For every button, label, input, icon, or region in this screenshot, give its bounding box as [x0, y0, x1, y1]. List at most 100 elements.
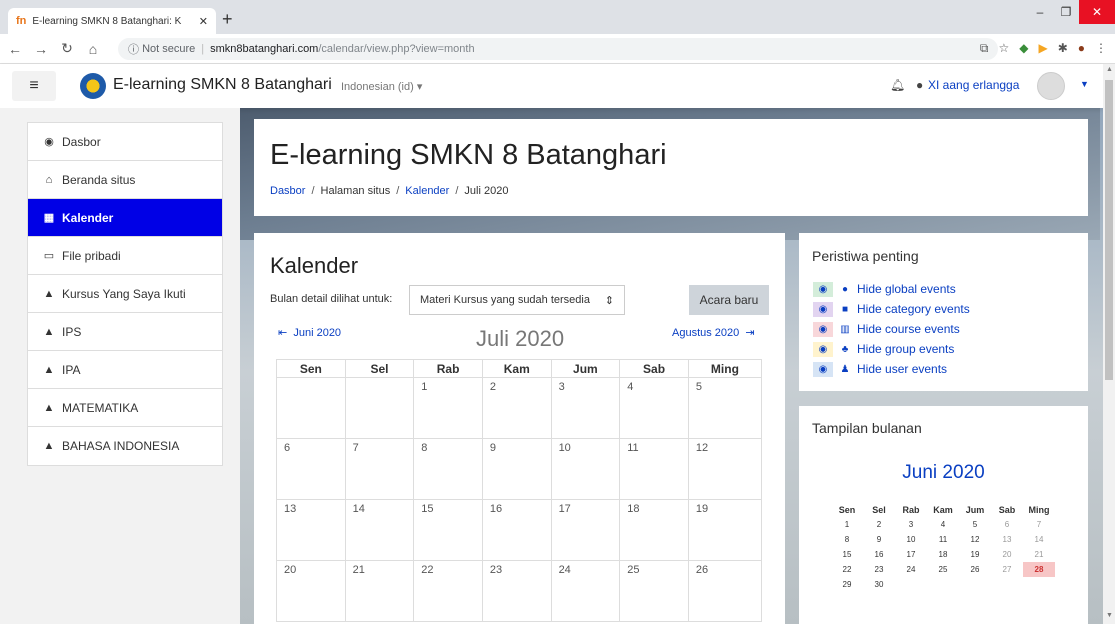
- sidebar-item-dasbor[interactable]: ◉ Dasbor: [28, 123, 222, 161]
- sidebar-item-ips[interactable]: ▲ IPS: [28, 313, 222, 351]
- calendar-day-cell[interactable]: 5: [687, 377, 763, 439]
- mini-day: 10: [906, 535, 916, 544]
- user-menu-caret-icon[interactable]: ▼: [1080, 79, 1089, 89]
- mini-day: 21: [1034, 550, 1044, 559]
- extension-play-icon[interactable]: ▶: [1038, 41, 1047, 56]
- calendar-day-cell[interactable]: 26: [687, 560, 763, 622]
- sidebar-item-ipa[interactable]: ▲ IPA: [28, 351, 222, 389]
- calendar-day-cell[interactable]: 7: [344, 438, 415, 500]
- calendar-day-cell[interactable]: 1: [413, 377, 483, 439]
- back-icon[interactable]: ←: [4, 41, 26, 57]
- maximize-icon[interactable]: ❐: [1053, 0, 1079, 24]
- url-field[interactable]: ⓘ Not secure | smkn8batanghari.com/calen…: [118, 38, 998, 60]
- sidebar-item-file-pribadi[interactable]: ▭ File pribadi: [28, 237, 222, 275]
- new-event-button[interactable]: Acara baru: [689, 285, 769, 315]
- address-bar: ← → ↻ ⌂ ⓘ Not secure | smkn8batanghari.c…: [0, 34, 1115, 64]
- weekday-header: Ming: [687, 359, 763, 378]
- scrollbar-thumb[interactable]: [1105, 80, 1113, 380]
- school-logo[interactable]: [80, 73, 106, 99]
- user-menu-name[interactable]: XI aang erlangga: [928, 78, 1019, 92]
- calendar-day-cell[interactable]: 18: [619, 499, 689, 561]
- calendar-day-cell[interactable]: 23: [481, 560, 552, 622]
- breadcrumb-current: Juli 2020: [464, 185, 509, 197]
- info-icon[interactable]: ⓘ: [128, 41, 142, 57]
- bookmark-star-icon[interactable]: ☆: [998, 41, 1009, 56]
- mini-calendar-month-link[interactable]: Juni 2020: [799, 462, 1088, 484]
- calendar-day-cell[interactable]: 17: [550, 499, 621, 561]
- mini-day: 20: [1002, 550, 1012, 559]
- home-button-icon[interactable]: ⌂: [82, 41, 104, 57]
- sidebar-item-label: Beranda situs: [62, 172, 136, 187]
- calendar-day-cell[interactable]: 20: [276, 560, 346, 622]
- sidebar-item-matematika[interactable]: ▲ MATEMATIKA: [28, 389, 222, 427]
- calendar-day-cell[interactable]: 13: [276, 499, 346, 561]
- scroll-up-icon[interactable]: ▲: [1106, 66, 1113, 73]
- notifications-bell-icon[interactable]: 🔔︎: [890, 78, 905, 92]
- reload-icon[interactable]: ↻: [56, 40, 78, 57]
- user-avatar[interactable]: [1037, 72, 1065, 100]
- next-month-link[interactable]: Agustus 2020 ⇥: [672, 326, 755, 339]
- calendar-day-cell[interactable]: 14: [344, 499, 415, 561]
- hide-user-events-link[interactable]: ◉ ♟ Hide user events: [813, 359, 970, 379]
- puzzle-icon[interactable]: ✱: [1058, 41, 1068, 56]
- calendar-day-cell[interactable]: 2: [481, 377, 552, 439]
- window-close-icon[interactable]: ✕: [1079, 0, 1115, 24]
- sidebar-item-kursus-saya[interactable]: ▲ Kursus Yang Saya Ikuti: [28, 275, 222, 313]
- cubes-icon: ■: [841, 303, 849, 315]
- language-menu[interactable]: Indonesian (id) ▾: [341, 80, 422, 93]
- hide-category-events-link[interactable]: ◉ ■ Hide category events: [813, 299, 970, 319]
- calendar-day-cell[interactable]: 12: [687, 438, 763, 500]
- mini-week-row: 22 23 24 25 26 27 28: [831, 562, 1055, 577]
- new-tab-button[interactable]: +: [222, 9, 233, 29]
- calendar-day-cell[interactable]: 15: [413, 499, 483, 561]
- mini-day-today[interactable]: 28: [1023, 562, 1055, 577]
- mini-day: 15: [842, 550, 852, 559]
- browser-tab[interactable]: fn E-learning SMKN 8 Batanghari: K ✕: [8, 8, 216, 34]
- calendar-day-cell[interactable]: 19: [687, 499, 763, 561]
- extension-icon[interactable]: ◆: [1019, 41, 1028, 56]
- translate-icon[interactable]: ⧉: [980, 41, 989, 56]
- site-brand[interactable]: E-learning SMKN 8 Batanghari: [113, 76, 332, 94]
- hide-group-events-link[interactable]: ◉ ♣ Hide group events: [813, 339, 970, 359]
- drawer-toggle-hamburger-icon[interactable]: ≡: [12, 71, 56, 101]
- profile-icon[interactable]: ●: [1078, 41, 1085, 56]
- breadcrumb-kalender[interactable]: Kalender: [405, 185, 449, 197]
- forward-icon[interactable]: →: [30, 41, 52, 57]
- calendar-day-cell[interactable]: 10: [550, 438, 621, 500]
- calendar-heading: Kalender: [270, 253, 359, 278]
- sidebar-item-kalender[interactable]: ▦ Kalender: [28, 199, 222, 237]
- minimize-icon[interactable]: –: [1027, 0, 1053, 24]
- menu-dots-icon[interactable]: ⋮: [1095, 41, 1107, 56]
- breadcrumb-dasbor[interactable]: Dasbor: [270, 185, 305, 197]
- mini-day: 29: [842, 580, 852, 589]
- calendar-day-cell[interactable]: 8: [413, 438, 483, 500]
- page-scrollbar[interactable]: ▲ ▼: [1103, 64, 1115, 624]
- sidebar-item-beranda-situs[interactable]: ⌂ Beranda situs: [28, 161, 222, 199]
- current-month-title: Juli 2020: [476, 326, 565, 351]
- calendar-day-cell[interactable]: 21: [344, 560, 415, 622]
- calendar-day-cell[interactable]: 4: [619, 377, 689, 439]
- messages-chat-icon[interactable]: ●: [916, 78, 923, 92]
- course-select[interactable]: Materi Kursus yang sudah tersedia ⇕: [409, 285, 625, 315]
- calendar-day-cell[interactable]: 3: [550, 377, 621, 439]
- file-icon: ▭: [43, 250, 55, 262]
- scroll-down-icon[interactable]: ▼: [1106, 612, 1113, 619]
- calendar-day-cell[interactable]: 25: [619, 560, 689, 622]
- mini-day: [927, 577, 959, 592]
- calendar-card: Kalender Bulan detail dilihat untuk: Mat…: [254, 233, 785, 624]
- mini-week-row: 15 16 17 18 19 20 21: [831, 547, 1055, 562]
- mini-weekday-header: Jum: [965, 505, 985, 515]
- select-arrows-icon: ⇕: [604, 294, 614, 307]
- calendar-day-cell[interactable]: 6: [276, 438, 346, 500]
- calendar-day-cell[interactable]: 24: [550, 560, 621, 622]
- calendar-day-cell[interactable]: 22: [413, 560, 483, 622]
- hide-global-events-link[interactable]: ◉ ● Hide global events: [813, 279, 970, 299]
- tab-close-icon[interactable]: ✕: [199, 15, 208, 28]
- prev-month-link[interactable]: ⇤ Juni 2020: [278, 326, 341, 339]
- calendar-day-cell[interactable]: 16: [481, 499, 552, 561]
- sidebar-item-bahasa-indonesia[interactable]: ▲ BAHASA INDONESIA: [28, 427, 222, 465]
- mini-weekday-header: Ming: [1028, 505, 1050, 515]
- calendar-day-cell[interactable]: 9: [481, 438, 552, 500]
- calendar-day-cell[interactable]: 11: [619, 438, 689, 500]
- hide-course-events-link[interactable]: ◉ ▥ Hide course events: [813, 319, 970, 339]
